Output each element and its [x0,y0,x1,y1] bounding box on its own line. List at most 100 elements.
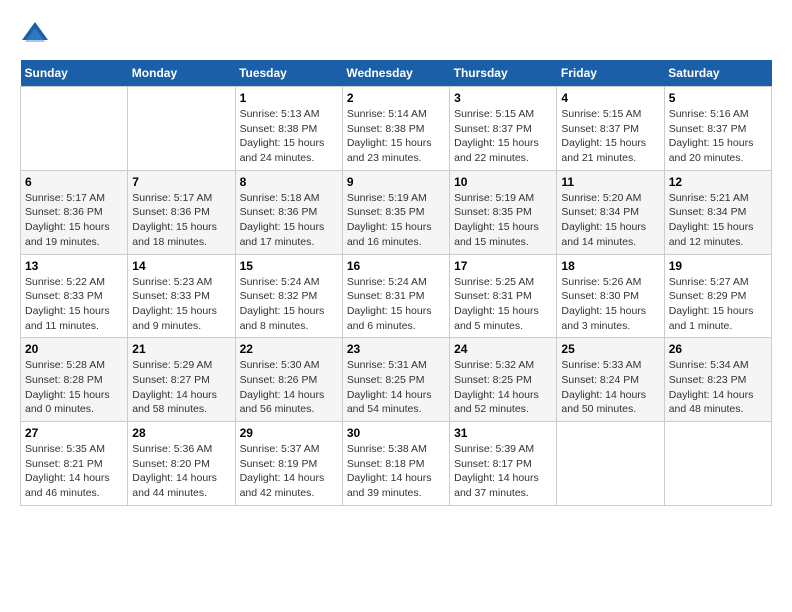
day-info: Sunrise: 5:14 AM Sunset: 8:38 PM Dayligh… [347,107,445,166]
calendar-cell: 5Sunrise: 5:16 AM Sunset: 8:37 PM Daylig… [664,87,771,171]
day-info: Sunrise: 5:34 AM Sunset: 8:23 PM Dayligh… [669,358,767,417]
calendar-cell: 23Sunrise: 5:31 AM Sunset: 8:25 PM Dayli… [342,338,449,422]
day-info: Sunrise: 5:33 AM Sunset: 8:24 PM Dayligh… [561,358,659,417]
logo [20,20,54,50]
calendar-cell: 21 Sunrise: 5:29 AM Sunset: 8:27 PM Dayli… [128,338,235,422]
calendar-cell: 19 Sunrise: 5:27 AM Sunset: 8:29 PM Dayli… [664,254,771,338]
calendar-cell: 3Sunrise: 5:15 AM Sunset: 8:37 PM Daylig… [450,87,557,171]
day-info: Sunrise: 5:38 AM Sunset: 8:18 PM Dayligh… [347,442,445,501]
calendar-week-row: 1 Sunrise: 5:13 AM Sunset: 8:38 PM Daylig… [21,87,772,171]
day-info: Sunrise: 5:26 AM Sunset: 8:30 PM Dayligh… [561,275,659,334]
weekday-header-friday: Friday [557,60,664,87]
calendar-cell: 30 Sunrise: 5:38 AM Sunset: 8:18 PM Dayli… [342,422,449,506]
calendar-cell: 6 Sunrise: 5:17 AM Sunset: 8:36 PM Daylig… [21,170,128,254]
calendar-cell [128,87,235,171]
calendar-cell [664,422,771,506]
day-info: Sunrise: 5:31 AM Sunset: 8:25 PM Dayligh… [347,358,445,417]
day-info: Sunrise: 5:39 AM Sunset: 8:17 PM Dayligh… [454,442,552,501]
calendar-cell: 2 Sunrise: 5:14 AM Sunset: 8:38 PM Daylig… [342,87,449,171]
day-number: 30 [347,426,445,440]
day-number: 16 [347,259,445,273]
day-number: 7 [132,175,230,189]
day-info: Sunrise: 5:37 AM Sunset: 8:19 PM Dayligh… [240,442,338,501]
calendar-week-row: 27 Sunrise: 5:35 AM Sunset: 8:21 PM Dayli… [21,422,772,506]
day-number: 15 [240,259,338,273]
day-info: Sunrise: 5:17 AM Sunset: 8:36 PM Dayligh… [132,191,230,250]
day-number: 26 [669,342,767,356]
calendar-week-row: 13 Sunrise: 5:22 AM Sunset: 8:33 PM Dayli… [21,254,772,338]
calendar-cell [21,87,128,171]
day-info: Sunrise: 5:25 AM Sunset: 8:31 PM Dayligh… [454,275,552,334]
day-number: 11 [561,175,659,189]
day-number: 29 [240,426,338,440]
day-info: Sunrise: 5:19 AM Sunset: 8:35 PM Dayligh… [347,191,445,250]
day-info: Sunrise: 5:17 AM Sunset: 8:36 PM Dayligh… [25,191,123,250]
weekday-header-row: SundayMondayTuesdayWednesdayThursdayFrid… [21,60,772,87]
calendar-table: SundayMondayTuesdayWednesdayThursdayFrid… [20,60,772,506]
day-number: 6 [25,175,123,189]
day-info: Sunrise: 5:27 AM Sunset: 8:29 PM Dayligh… [669,275,767,334]
calendar-cell: 4 Sunrise: 5:15 AM Sunset: 8:37 PM Daylig… [557,87,664,171]
day-number: 8 [240,175,338,189]
day-number: 18 [561,259,659,273]
day-number: 25 [561,342,659,356]
day-info: Sunrise: 5:15 AM Sunset: 8:37 PM Dayligh… [454,107,552,166]
day-number: 17 [454,259,552,273]
calendar-cell: 7 Sunrise: 5:17 AM Sunset: 8:36 PM Daylig… [128,170,235,254]
day-info: Sunrise: 5:36 AM Sunset: 8:20 PM Dayligh… [132,442,230,501]
day-info: Sunrise: 5:24 AM Sunset: 8:31 PM Dayligh… [347,275,445,334]
day-info: Sunrise: 5:24 AM Sunset: 8:32 PM Dayligh… [240,275,338,334]
calendar-cell [557,422,664,506]
weekday-header-sunday: Sunday [21,60,128,87]
day-info: Sunrise: 5:15 AM Sunset: 8:37 PM Dayligh… [561,107,659,166]
day-info: Sunrise: 5:23 AM Sunset: 8:33 PM Dayligh… [132,275,230,334]
day-number: 22 [240,342,338,356]
day-info: Sunrise: 5:30 AM Sunset: 8:26 PM Dayligh… [240,358,338,417]
weekday-header-tuesday: Tuesday [235,60,342,87]
day-info: Sunrise: 5:19 AM Sunset: 8:35 PM Dayligh… [454,191,552,250]
calendar-cell: 12Sunrise: 5:21 AM Sunset: 8:34 PM Dayli… [664,170,771,254]
day-number: 24 [454,342,552,356]
calendar-cell: 24 Sunrise: 5:32 AM Sunset: 8:25 PM Dayli… [450,338,557,422]
day-info: Sunrise: 5:32 AM Sunset: 8:25 PM Dayligh… [454,358,552,417]
weekday-header-saturday: Saturday [664,60,771,87]
day-info: Sunrise: 5:22 AM Sunset: 8:33 PM Dayligh… [25,275,123,334]
day-info: Sunrise: 5:35 AM Sunset: 8:21 PM Dayligh… [25,442,123,501]
day-number: 19 [669,259,767,273]
calendar-cell: 20 Sunrise: 5:28 AM Sunset: 8:28 PM Dayli… [21,338,128,422]
day-number: 9 [347,175,445,189]
calendar-cell: 10 Sunrise: 5:19 AM Sunset: 8:35 PM Dayli… [450,170,557,254]
day-number: 13 [25,259,123,273]
day-info: Sunrise: 5:18 AM Sunset: 8:36 PM Dayligh… [240,191,338,250]
day-info: Sunrise: 5:29 AM Sunset: 8:27 PM Dayligh… [132,358,230,417]
calendar-cell: 1 Sunrise: 5:13 AM Sunset: 8:38 PM Daylig… [235,87,342,171]
calendar-cell: 14Sunrise: 5:23 AM Sunset: 8:33 PM Dayli… [128,254,235,338]
calendar-week-row: 20 Sunrise: 5:28 AM Sunset: 8:28 PM Dayli… [21,338,772,422]
day-number: 20 [25,342,123,356]
day-number: 10 [454,175,552,189]
day-info: Sunrise: 5:28 AM Sunset: 8:28 PM Dayligh… [25,358,123,417]
day-number: 21 [132,342,230,356]
calendar-cell: 28Sunrise: 5:36 AM Sunset: 8:20 PM Dayli… [128,422,235,506]
weekday-header-wednesday: Wednesday [342,60,449,87]
day-number: 2 [347,91,445,105]
calendar-cell: 17 Sunrise: 5:25 AM Sunset: 8:31 PM Dayli… [450,254,557,338]
calendar-cell: 16 Sunrise: 5:24 AM Sunset: 8:31 PM Dayli… [342,254,449,338]
day-number: 27 [25,426,123,440]
day-info: Sunrise: 5:13 AM Sunset: 8:38 PM Dayligh… [240,107,338,166]
day-number: 4 [561,91,659,105]
calendar-week-row: 6 Sunrise: 5:17 AM Sunset: 8:36 PM Daylig… [21,170,772,254]
calendar-cell: 31Sunrise: 5:39 AM Sunset: 8:17 PM Dayli… [450,422,557,506]
day-number: 5 [669,91,767,105]
calendar-cell: 13 Sunrise: 5:22 AM Sunset: 8:33 PM Dayli… [21,254,128,338]
calendar-cell: 26 Sunrise: 5:34 AM Sunset: 8:23 PM Dayli… [664,338,771,422]
day-info: Sunrise: 5:20 AM Sunset: 8:34 PM Dayligh… [561,191,659,250]
calendar-cell: 9 Sunrise: 5:19 AM Sunset: 8:35 PM Daylig… [342,170,449,254]
weekday-header-monday: Monday [128,60,235,87]
page-header [20,20,772,50]
day-number: 1 [240,91,338,105]
day-number: 12 [669,175,767,189]
calendar-cell: 15 Sunrise: 5:24 AM Sunset: 8:32 PM Dayli… [235,254,342,338]
calendar-cell: 22 Sunrise: 5:30 AM Sunset: 8:26 PM Dayli… [235,338,342,422]
calendar-cell: 27 Sunrise: 5:35 AM Sunset: 8:21 PM Dayli… [21,422,128,506]
